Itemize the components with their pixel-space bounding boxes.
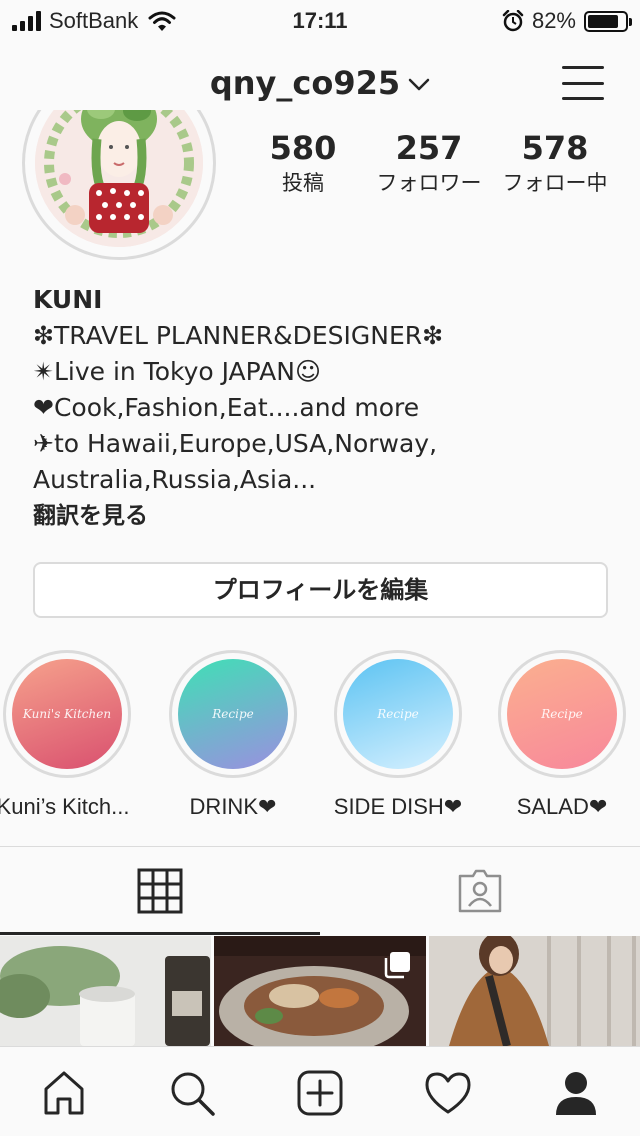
stat-value: 257 — [395, 129, 463, 167]
edit-profile-button[interactable]: プロフィールを編集 — [33, 562, 608, 618]
nav-activity[interactable] — [420, 1065, 476, 1121]
post-thumbnail[interactable] — [214, 936, 426, 1046]
highlight-item[interactable]: Recipe SIDE DISH❤ — [333, 650, 463, 820]
new-post-icon — [297, 1070, 343, 1116]
highlight-cover: Recipe — [498, 650, 626, 778]
username: qny_co925 — [209, 64, 401, 102]
battery-percent: 82% — [531, 8, 576, 33]
nav-search[interactable] — [164, 1065, 220, 1121]
nav-new-post[interactable] — [292, 1065, 348, 1121]
alarm-icon — [502, 10, 524, 32]
search-icon — [171, 1072, 215, 1116]
stat-value: 578 — [521, 129, 589, 167]
post-thumbnail[interactable] — [0, 936, 212, 1046]
highlight-cover-art: Recipe — [178, 659, 288, 769]
battery-level — [588, 14, 618, 28]
tagged-person-icon — [458, 869, 502, 913]
highlight-cover: Kuni's Kitchen — [3, 650, 131, 778]
bottom-navigation — [0, 1046, 640, 1136]
story-highlights: Kuni's Kitchen Kuni’s Kitch... Recipe DR… — [0, 650, 640, 830]
profile-tabs — [0, 847, 640, 935]
highlight-item[interactable]: Recipe SALAD❤ — [497, 650, 627, 820]
highlight-label: Kuni’s Kitch... — [0, 794, 130, 819]
display-name: KUNI — [33, 285, 103, 314]
chevron-down-icon — [408, 78, 430, 91]
stat-followers[interactable]: 257 フォロワー — [366, 128, 492, 198]
avatar-image — [35, 110, 203, 247]
highlight-label: SALAD❤ — [516, 794, 608, 819]
profile-bio: KUNI ❇︎TRAVEL PLANNER&DESIGNER❇︎ ✴︎Live … — [33, 282, 623, 534]
tab-grid[interactable] — [0, 847, 320, 935]
stat-label: 投稿 — [282, 171, 324, 195]
bio-line: ✴︎Live in Tokyo JAPAN☺︎ — [33, 357, 322, 386]
nav-profile[interactable] — [548, 1065, 604, 1121]
bio-line: ❇︎TRAVEL PLANNER&DESIGNER❇︎ — [33, 321, 444, 350]
stat-label: フォロワー — [376, 171, 482, 195]
home-icon — [44, 1071, 84, 1115]
stat-posts[interactable]: 580 投稿 — [240, 128, 366, 198]
highlight-item[interactable]: Kuni's Kitchen Kuni’s Kitch... — [0, 650, 132, 820]
post-grid — [0, 936, 640, 1046]
activity-heart-icon — [425, 1072, 471, 1114]
profile-icon — [556, 1072, 596, 1115]
account-switcher[interactable]: qny_co925 — [0, 64, 640, 102]
highlight-label: DRINK❤ — [189, 794, 277, 819]
highlight-cover: Recipe — [334, 650, 462, 778]
tab-tagged[interactable] — [320, 847, 640, 935]
highlight-cover: Recipe — [169, 650, 297, 778]
highlight-cover-art: Recipe — [343, 659, 453, 769]
highlight-label: SIDE DISH❤ — [333, 794, 463, 819]
grid-icon — [137, 868, 183, 914]
bio-line: ❤Cook,Fashion,Eat....and more — [33, 393, 420, 422]
active-tab-indicator — [0, 932, 320, 935]
stat-following[interactable]: 578 フォロー中 — [492, 128, 618, 198]
menu-icon[interactable] — [562, 66, 604, 100]
highlight-cover-art: Recipe — [507, 659, 617, 769]
post-image — [428, 936, 640, 1046]
status-bar: SoftBank 17:11 82% — [0, 0, 640, 40]
stat-value: 580 — [269, 129, 337, 167]
post-image — [0, 936, 212, 1046]
battery-icon — [584, 10, 632, 32]
nav-home[interactable] — [36, 1065, 92, 1121]
highlight-item[interactable]: Recipe DRINK❤ — [168, 650, 298, 820]
profile-stats: 580 投稿 257 フォロワー 578 フォロー中 — [240, 128, 620, 198]
bio-line: Australia,Russia,Asia... — [33, 465, 317, 494]
multiple-photos-icon — [384, 952, 410, 979]
bio-line: ✈to Hawaii,Europe,USA,Norway, — [33, 429, 438, 458]
stat-label: フォロー中 — [502, 171, 608, 195]
profile-avatar[interactable] — [22, 110, 216, 260]
status-right: 82% — [502, 8, 632, 34]
highlight-cover-art: Kuni's Kitchen — [12, 659, 122, 769]
see-translation-link[interactable]: 翻訳を見る — [33, 498, 623, 534]
post-thumbnail[interactable] — [428, 936, 640, 1046]
